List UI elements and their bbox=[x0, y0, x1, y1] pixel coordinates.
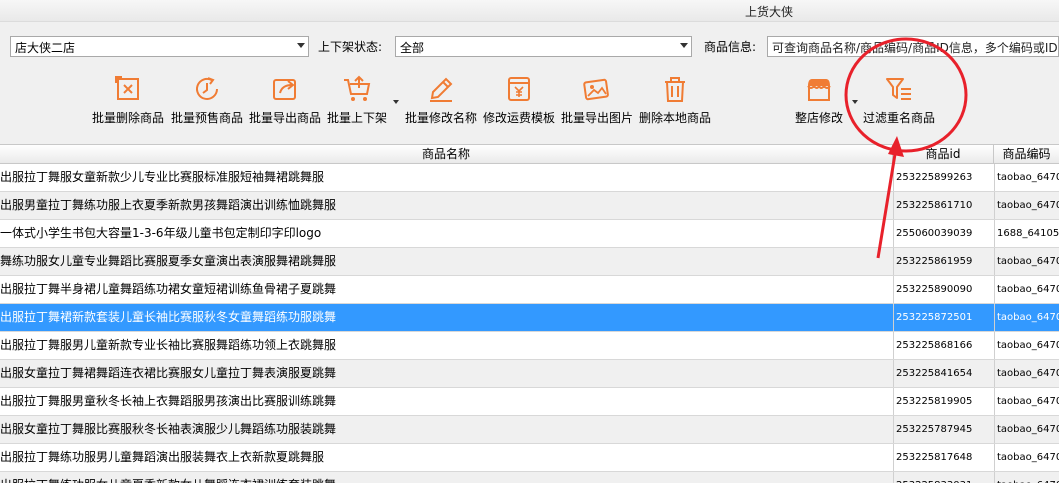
cell-product-code: taobao_6470 bbox=[994, 388, 1059, 415]
cell-product-name: 出服拉丁舞裙新款套装儿童长袖比赛服秋冬女童舞蹈练功服跳舞 bbox=[0, 310, 337, 324]
cell-product-name: 出服拉丁舞练功服男儿童舞蹈演出服装舞衣上衣新款夏跳舞服 bbox=[0, 450, 325, 464]
cell-product-code: taobao_6470 bbox=[994, 472, 1059, 483]
product-table: 商品名称 商品id 商品编码 出服拉丁舞服女童新款少儿专业比赛服标准服短袖舞裙跳… bbox=[0, 144, 1059, 483]
batch-export-button[interactable]: 批量导出商品 bbox=[247, 72, 323, 128]
toolbar-button-label: 批量导出图片 bbox=[560, 111, 633, 125]
filter-bar: 店大侠二店 上下架状态: 全部 商品信息: 可查询商品名称/商品编码/商品ID信… bbox=[0, 30, 1059, 62]
info-search-placeholder: 可查询商品名称/商品编码/商品ID信息，多个编码或ID bbox=[772, 41, 1058, 55]
freight-template-button[interactable]: 修改运费模板 bbox=[481, 72, 557, 128]
cell-product-id: 253225890090 bbox=[893, 276, 993, 303]
toolbar-button-label: 整店修改 bbox=[794, 111, 843, 125]
cell-product-name: 出服拉丁舞半身裙儿童舞蹈练功裙女童短裙训练鱼骨裙子夏跳舞 bbox=[0, 282, 337, 296]
toolbar-button-label: 过滤重名商品 bbox=[862, 111, 935, 125]
status-select-value: 全部 bbox=[400, 41, 425, 55]
filter-icon bbox=[886, 78, 911, 100]
cell-product-name: 出服拉丁舞服女童新款少儿专业比赛服标准服短袖舞裙跳舞服 bbox=[0, 170, 325, 184]
store-modify-button[interactable]: 整店修改 bbox=[790, 72, 848, 128]
cell-product-id: 253225868166 bbox=[893, 332, 993, 359]
cell-product-name: 出服女童拉丁舞裙舞蹈连衣裙比赛服女儿童拉丁舞表演服夏跳舞 bbox=[0, 366, 337, 380]
store-select-value: 店大侠二店 bbox=[15, 41, 76, 55]
pencil-icon bbox=[430, 77, 453, 102]
cell-product-id: 253225819905 bbox=[893, 388, 993, 415]
cell-product-id: 253225841654 bbox=[893, 360, 993, 387]
status-label: 上下架状态: bbox=[318, 40, 383, 54]
table-row[interactable]: 一体式小学生书包大容量1-3-6年级儿童书包定制印字印logo 255060039… bbox=[0, 220, 1059, 248]
chevron-down-icon bbox=[297, 43, 305, 48]
batch-shelf-button[interactable]: 批量上下架 bbox=[325, 72, 389, 128]
clock-icon bbox=[196, 77, 218, 100]
cell-product-code: taobao_6470 bbox=[994, 248, 1059, 275]
cell-product-id: 253225861710 bbox=[893, 192, 993, 219]
table-row[interactable]: 出服拉丁舞裙新款套装儿童长袖比赛服秋冬女童舞蹈练功服跳舞 253225872501… bbox=[0, 304, 1059, 332]
table-row[interactable]: 出服拉丁舞服男童秋冬长袖上衣舞蹈服男孩演出比赛服训练跳舞 253225819905… bbox=[0, 388, 1059, 416]
store-select[interactable]: 店大侠二店 bbox=[10, 36, 309, 57]
cell-product-name: 舞练功服女儿童专业舞蹈比赛服夏季女童演出表演服舞裙跳舞服 bbox=[0, 254, 337, 268]
cell-product-code: taobao_6470 bbox=[994, 164, 1059, 191]
status-select[interactable]: 全部 bbox=[395, 36, 692, 57]
cell-product-code: taobao_6470 bbox=[994, 444, 1059, 471]
toolbar-button-label: 删除本地商品 bbox=[638, 111, 711, 125]
export-icon bbox=[273, 79, 296, 100]
table-row[interactable]: 舞练功服女儿童专业舞蹈比赛服夏季女童演出表演服舞裙跳舞服 253225861959… bbox=[0, 248, 1059, 276]
toolbar-button-label: 修改运费模板 bbox=[482, 111, 555, 125]
window-title: 上货大侠 bbox=[745, 5, 794, 19]
table-row[interactable]: 出服拉丁舞服女童新款少儿专业比赛服标准服短袖舞裙跳舞服 253225899263 t… bbox=[0, 164, 1059, 192]
delete-local-button[interactable]: 删除本地商品 bbox=[637, 72, 713, 128]
cart-icon bbox=[344, 75, 371, 101]
store-modify-dropdown-arrow[interactable] bbox=[852, 100, 858, 104]
toolbar: 批量删除商品 批量预售商品 批量导出商品 批量上下架 批量修改名称 修改运费模板… bbox=[0, 72, 1059, 134]
toolbar-button-label: 批量预售商品 bbox=[170, 111, 243, 125]
table-row[interactable]: 出服拉丁舞练功服男儿童舞蹈演出服装舞衣上衣新款夏跳舞服 253225817648 t… bbox=[0, 444, 1059, 472]
column-header-code[interactable]: 商品编码 bbox=[994, 145, 1059, 163]
cell-product-id: 253225899263 bbox=[893, 164, 993, 191]
column-header-id[interactable]: 商品id bbox=[893, 145, 994, 163]
table-row[interactable]: 出服拉丁舞练功服女儿童夏季新款女儿舞蹈连衣裙训练套装跳舞253225833031… bbox=[0, 472, 1059, 483]
cell-product-id: 253225872501 bbox=[893, 304, 993, 331]
cell-product-name: 一体式小学生书包大容量1-3-6年级儿童书包定制印字印logo bbox=[0, 226, 322, 240]
title-bar: 上货大侠 bbox=[0, 0, 1059, 22]
table-header: 商品名称 商品id 商品编码 bbox=[0, 145, 1059, 164]
toolbar-button-label: 批量上下架 bbox=[326, 111, 387, 125]
image-export-icon bbox=[583, 78, 609, 101]
cell-product-id: 255060039039 bbox=[893, 220, 993, 247]
cell-product-name: 出服女童拉丁舞服比赛服秋冬长袖表演服少儿舞蹈练功服装跳舞 bbox=[0, 422, 337, 436]
store-icon bbox=[807, 79, 831, 101]
cell-product-id: 253225833031 bbox=[893, 472, 993, 483]
column-header-name[interactable]: 商品名称 bbox=[0, 145, 893, 163]
filter-duplicate-names-button[interactable]: 过滤重名商品 bbox=[861, 72, 937, 128]
cell-product-code: taobao_6470 bbox=[994, 304, 1059, 331]
cell-product-code: taobao_6470 bbox=[994, 416, 1059, 443]
toolbar-button-label: 批量导出商品 bbox=[248, 111, 321, 125]
shelf-dropdown-arrow[interactable] bbox=[393, 100, 399, 104]
cell-product-code: taobao_6470 bbox=[994, 360, 1059, 387]
table-row[interactable]: 出服女童拉丁舞裙舞蹈连衣裙比赛服女儿童拉丁舞表演服夏跳舞 253225841654… bbox=[0, 360, 1059, 388]
table-row[interactable]: 出服拉丁舞服男儿童新款专业长袖比赛服舞蹈练功领上衣跳舞服 253225868166… bbox=[0, 332, 1059, 360]
cell-product-code: taobao_6470 bbox=[994, 192, 1059, 219]
cell-product-id: 253225817648 bbox=[893, 444, 993, 471]
batch-export-images-button[interactable]: 批量导出图片 bbox=[559, 72, 635, 128]
batch-delete-button[interactable]: 批量删除商品 bbox=[90, 72, 166, 128]
table-row[interactable]: 出服女童拉丁舞服比赛服秋冬长袖表演服少儿舞蹈练功服装跳舞 253225787945… bbox=[0, 416, 1059, 444]
chevron-down-icon bbox=[680, 43, 688, 48]
batch-rename-button[interactable]: 批量修改名称 bbox=[403, 72, 479, 128]
cell-product-name: 出服男童拉丁舞练功服上衣夏季新款男孩舞蹈演出训练恤跳舞服 bbox=[0, 198, 337, 212]
info-label: 商品信息: bbox=[704, 40, 757, 54]
cell-product-id: 253225861959 bbox=[893, 248, 993, 275]
toolbar-button-label: 批量删除商品 bbox=[91, 111, 164, 125]
table-row[interactable]: 出服男童拉丁舞练功服上衣夏季新款男孩舞蹈演出训练恤跳舞服 253225861710… bbox=[0, 192, 1059, 220]
cell-product-code: taobao_6470 bbox=[994, 276, 1059, 303]
cell-product-name: 出服拉丁舞服男童秋冬长袖上衣舞蹈服男孩演出比赛服训练跳舞 bbox=[0, 394, 337, 408]
cell-product-name: 出服拉丁舞服男儿童新款专业长袖比赛服舞蹈练功领上衣跳舞服 bbox=[0, 338, 337, 352]
trash-icon bbox=[665, 77, 685, 102]
info-search-input[interactable]: 可查询商品名称/商品编码/商品ID信息，多个编码或ID bbox=[767, 36, 1059, 57]
cell-product-id: 253225787945 bbox=[893, 416, 993, 443]
toolbar-button-label: 批量修改名称 bbox=[404, 111, 477, 125]
batch-presale-button[interactable]: 批量预售商品 bbox=[169, 72, 245, 128]
cell-product-name: 出服拉丁舞练功服女儿童夏季新款女儿舞蹈连衣裙训练套装跳舞 bbox=[0, 472, 892, 483]
table-row[interactable]: 出服拉丁舞半身裙儿童舞蹈练功裙女童短裙训练鱼骨裙子夏跳舞 253225890090… bbox=[0, 276, 1059, 304]
cell-product-code: taobao_6470 bbox=[994, 332, 1059, 359]
cell-product-code: 1688_641051 bbox=[994, 220, 1059, 247]
yen-doc-icon bbox=[508, 77, 530, 101]
delete-box-icon bbox=[115, 76, 139, 100]
